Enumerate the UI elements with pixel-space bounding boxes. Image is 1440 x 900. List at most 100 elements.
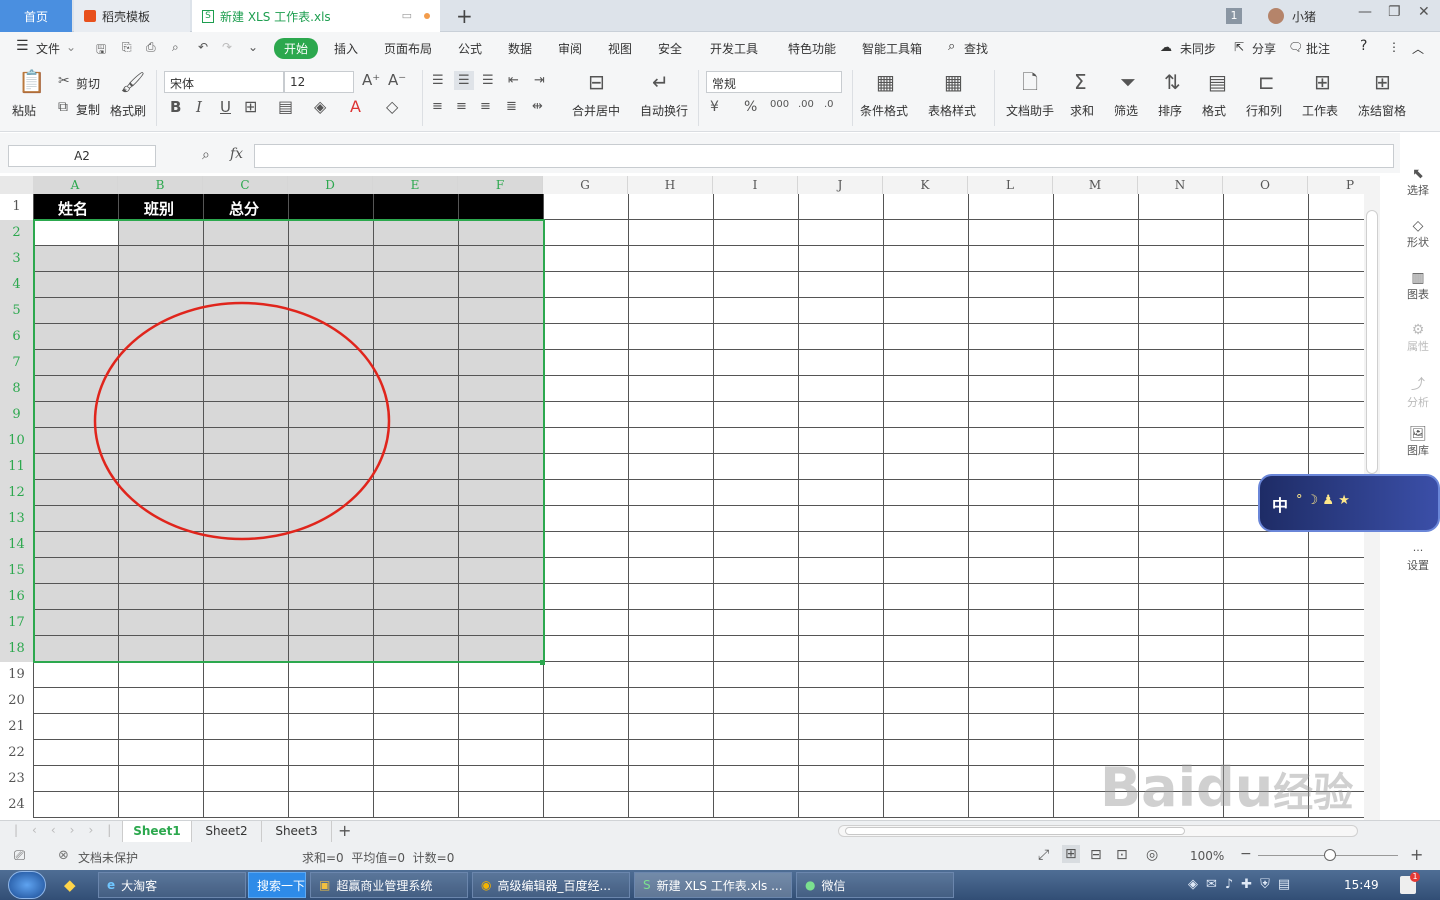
freeze-panes-icon[interactable]: ⊞ <box>1374 72 1391 92</box>
name-box[interactable]: A2 <box>8 145 156 167</box>
sheet-tab-2[interactable]: Sheet2 <box>192 821 262 842</box>
tab-home[interactable]: 首页 <box>0 0 72 32</box>
print-icon[interactable]: ⎙ <box>146 40 156 55</box>
align-center-icon[interactable]: ≡ <box>456 100 467 113</box>
menu-comment[interactable]: 批注 <box>1306 40 1330 57</box>
menu-start[interactable]: 开始 <box>274 38 319 59</box>
user-name[interactable]: 小猪 <box>1292 8 1316 25</box>
merge-center-button[interactable]: 合并居中 <box>572 102 620 119</box>
ime-mode-label[interactable]: 中 <box>1272 492 1288 516</box>
sheet-tab-1[interactable]: Sheet1 <box>122 821 192 842</box>
conditional-format-icon[interactable]: ▦ <box>876 72 895 92</box>
sheet-nav-icons[interactable]: |‹‹››| <box>14 823 125 837</box>
share-icon[interactable]: ⇱ <box>1234 40 1244 54</box>
menu-dev[interactable]: 开发工具 <box>710 40 758 57</box>
redo-icon[interactable]: ↷ <box>222 40 232 54</box>
align-top-icon[interactable]: ☰ <box>432 74 444 87</box>
menu-special[interactable]: 特色功能 <box>788 40 836 57</box>
row-col-button[interactable]: 行和列 <box>1246 102 1282 119</box>
align-left-icon[interactable]: ≡ <box>432 100 443 113</box>
sum-icon[interactable]: Σ <box>1074 72 1087 92</box>
merge-center-icon[interactable]: ⊟ <box>588 72 605 92</box>
zoom-level[interactable]: 100% <box>1190 849 1224 863</box>
close-button[interactable]: ✕ <box>1418 4 1430 20</box>
document-assistant-icon[interactable]: 🗋 <box>1022 72 1038 92</box>
sidebar-gallery[interactable]: 🖼 图库 <box>1396 426 1440 458</box>
thousands-icon[interactable]: 000 <box>770 100 789 110</box>
taskbar-app-wechat[interactable]: ● 微信 <box>796 872 954 898</box>
underline-icon[interactable]: U <box>220 100 231 115</box>
font-color-icon[interactable]: A <box>350 99 361 115</box>
zoom-in-icon[interactable]: + <box>1410 845 1423 864</box>
sidebar-property[interactable]: ⚙ 属性 <box>1396 322 1440 354</box>
taskbar-app-editor[interactable]: ◉ 高级编辑器_百度经... <box>472 872 630 898</box>
bold-icon[interactable]: B <box>170 100 181 115</box>
currency-icon[interactable]: ¥ <box>710 100 719 114</box>
fill-color-icon[interactable]: ◈ <box>314 99 326 115</box>
conditional-format-button[interactable]: 条件格式 <box>860 102 908 119</box>
help-icon[interactable]: ? <box>1360 38 1367 54</box>
avatar[interactable] <box>1268 8 1284 24</box>
row-col-icon[interactable]: ⊏ <box>1258 72 1275 92</box>
sidebar-analysis[interactable]: ⤴ 分析 <box>1396 374 1440 410</box>
wrap-text-button[interactable]: 自动换行 <box>640 102 688 119</box>
menu-security[interactable]: 安全 <box>658 40 682 57</box>
undo-icon[interactable]: ↶ <box>198 40 208 54</box>
spreadsheet-grid[interactable]: ABCDEFGHIJKLMNOP 1 2 3 4 5 6 7 8 9 10 11 12 13 14 15 16… <box>0 176 1380 820</box>
tray-icons[interactable]: ◈✉♪✚⛨▤ <box>1188 877 1298 892</box>
collapse-ribbon-icon[interactable]: ︿ <box>1412 40 1424 57</box>
menu-share[interactable]: 分享 <box>1252 40 1276 57</box>
justify-icon[interactable]: ≣ <box>506 100 517 113</box>
menu-file[interactable]: 文件 <box>36 40 60 57</box>
menu-data[interactable]: 数据 <box>508 40 532 57</box>
minimize-button[interactable]: — <box>1358 4 1372 20</box>
font-size-select[interactable]: 12 <box>284 71 354 93</box>
font-family-select[interactable]: 宋体 <box>164 71 284 93</box>
start-button[interactable] <box>8 871 46 899</box>
menu-insert[interactable]: 插入 <box>334 40 358 57</box>
taskbar-app-business[interactable]: ▣ 超赢商业管理系统 <box>310 872 468 898</box>
pinned-app-icon[interactable]: ◆ <box>64 876 76 894</box>
scissors-icon[interactable]: ✂ <box>58 74 70 88</box>
tab-file[interactable]: S 新建 XLS 工作表.xls ▭ <box>192 0 440 32</box>
border-icon[interactable]: ⊞ <box>244 99 257 115</box>
menu-search[interactable]: 查找 <box>964 40 988 57</box>
search-icon[interactable]: ⌕ <box>948 39 955 54</box>
document-assistant-button[interactable]: 文档助手 <box>1006 102 1054 119</box>
eye-protect-icon[interactable]: ◎ <box>1146 847 1158 863</box>
indent-increase-icon[interactable]: ⇥ <box>534 74 545 87</box>
font-grow-icon[interactable]: A⁺ <box>362 73 380 88</box>
window-count-badge[interactable]: 1 <box>1226 8 1242 24</box>
wrap-text-icon[interactable]: ↵ <box>652 72 669 92</box>
save-icon[interactable]: 🖫 <box>96 40 106 61</box>
reading-mode-icon[interactable]: ⊡ <box>1116 847 1128 863</box>
freeze-panes-button[interactable]: 冻结窗格 <box>1358 102 1406 119</box>
align-right-icon[interactable]: ≡ <box>480 100 491 113</box>
distributed-icon[interactable]: ⇹ <box>532 100 543 113</box>
sheet-tab-3[interactable]: Sheet3 <box>262 821 332 842</box>
sum-button[interactable]: 求和 <box>1070 102 1094 119</box>
menu-smart[interactable]: 智能工具箱 <box>862 40 922 57</box>
taskbar-app-browser[interactable]: e 大淘客 <box>98 872 246 898</box>
format-painter-button[interactable]: 格式刷 <box>110 102 146 119</box>
align-bottom-icon[interactable]: ☰ <box>482 74 494 87</box>
sidebar-chart[interactable]: ▥ 图表 <box>1396 270 1440 302</box>
worksheet-button[interactable]: 工作表 <box>1302 102 1338 119</box>
taskbar-app-xls[interactable]: S 新建 XLS 工作表.xls ... <box>634 872 792 898</box>
italic-icon[interactable]: I <box>196 100 202 115</box>
table-style-button[interactable]: 表格样式 <box>928 102 976 119</box>
fx-button[interactable]: fx <box>230 146 243 162</box>
scroll-thumb[interactable] <box>1366 210 1378 474</box>
normal-view-icon[interactable]: ⊞ <box>1062 845 1080 863</box>
monitor-icon[interactable]: ▭ <box>402 9 412 22</box>
menu-layout[interactable]: 页面布局 <box>384 40 432 57</box>
filter-icon[interactable]: ⏷ <box>1120 72 1136 92</box>
worksheet-icon[interactable]: ⊞ <box>1314 72 1331 92</box>
cloud-icon[interactable]: ☁ <box>1160 40 1172 54</box>
menu-view[interactable]: 视图 <box>608 40 632 57</box>
font-shrink-icon[interactable]: A⁻ <box>388 73 406 88</box>
menu-sync[interactable]: 未同步 <box>1180 40 1216 57</box>
horizontal-scrollbar[interactable] <box>838 825 1358 837</box>
copy-icon[interactable]: ⧉ <box>58 100 68 114</box>
export-icon[interactable]: ⎘ <box>122 40 132 55</box>
